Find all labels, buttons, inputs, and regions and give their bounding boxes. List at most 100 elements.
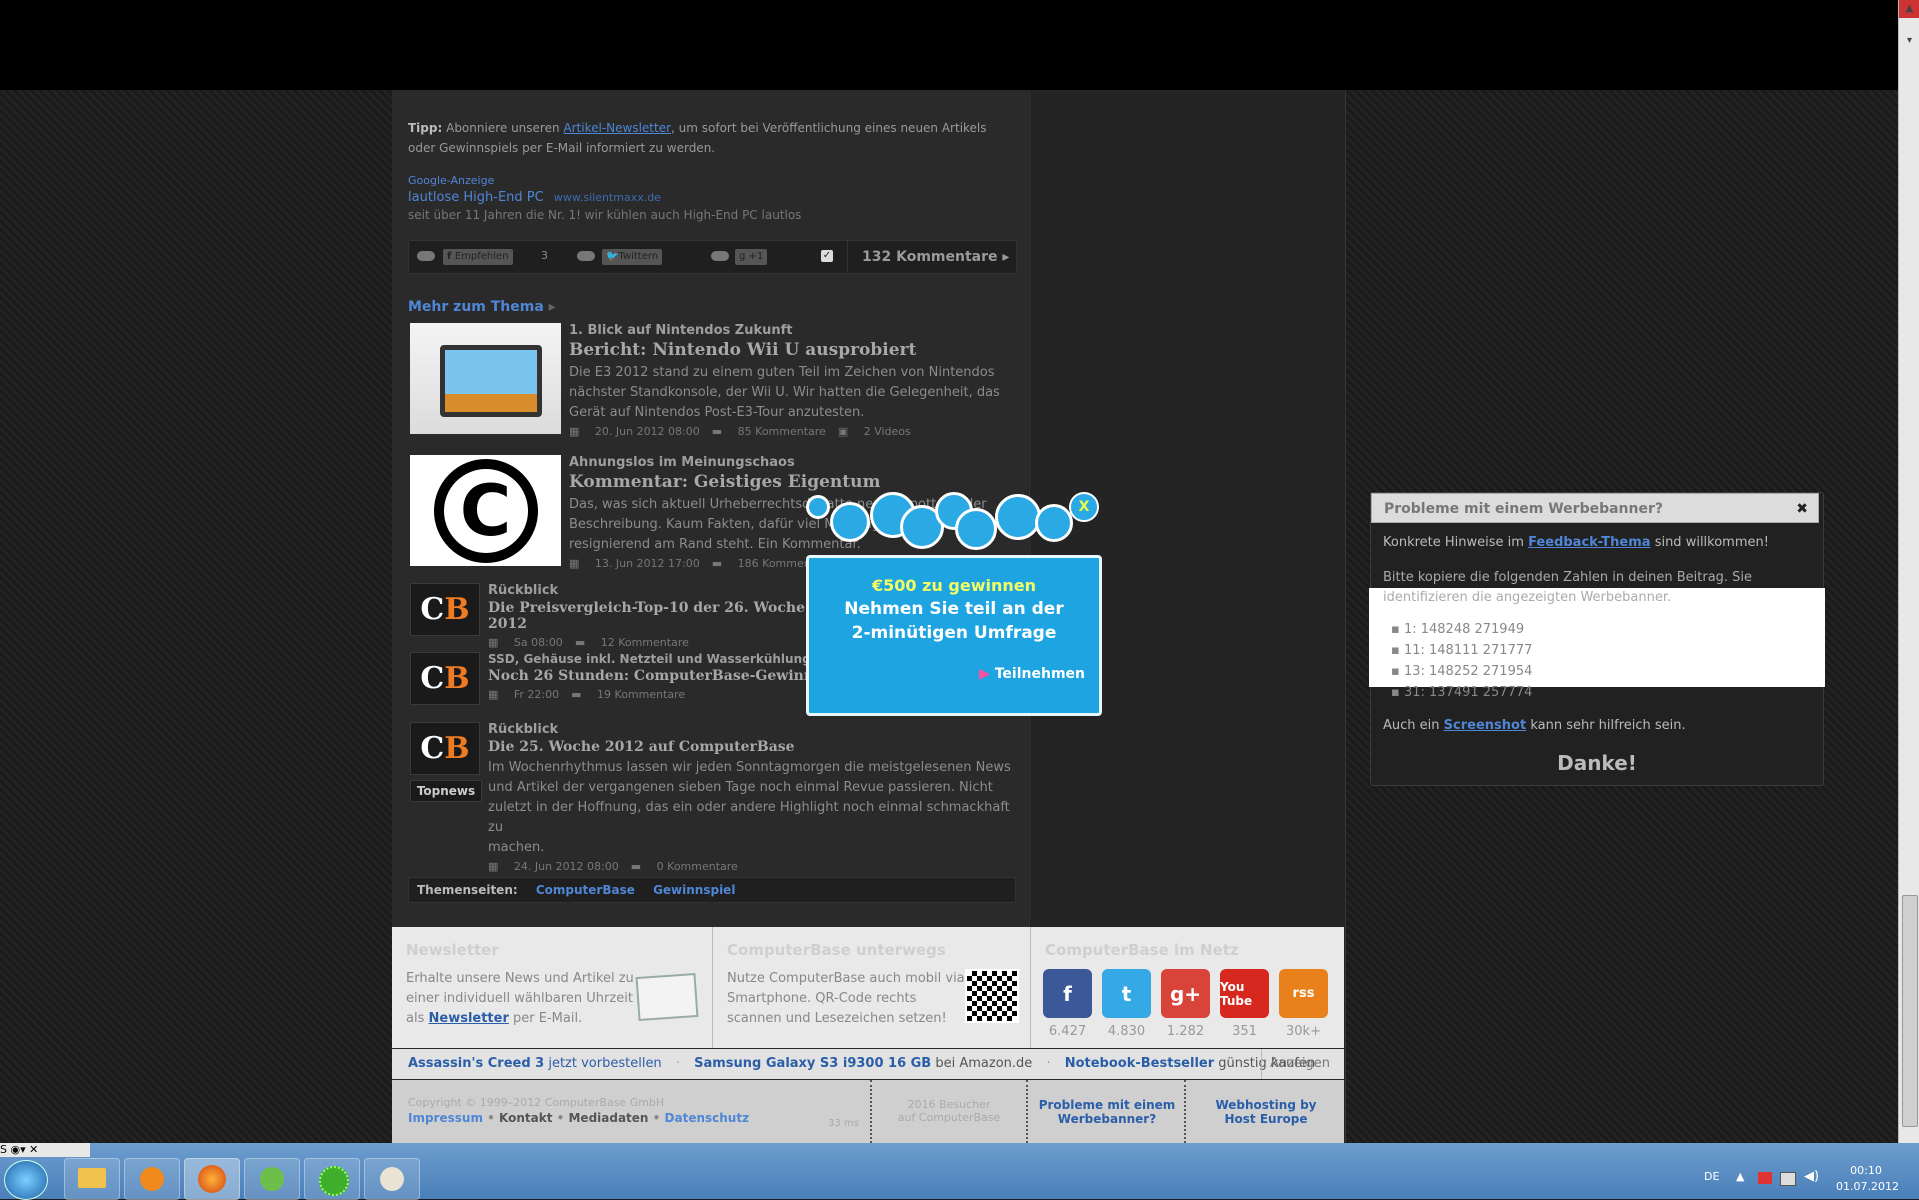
facebook-count: 3 [541, 249, 548, 262]
footer-social: ComputerBase im Netz f t g+ You Tube rss… [1031, 927, 1344, 1048]
google-ad-title[interactable]: lautlose High-End PC [408, 190, 544, 205]
scroll-dropdown-icon[interactable]: ▾ [1899, 32, 1919, 50]
volume-icon[interactable]: ◀) [1804, 1169, 1819, 1184]
youtube-icon[interactable]: You Tube [1220, 969, 1269, 1018]
copyright-thumbnail[interactable]: C [410, 455, 561, 566]
related-title-link[interactable]: Bericht: Nintendo Wii U ausprobiert [569, 340, 1019, 360]
close-icon[interactable]: ✕ [29, 1143, 38, 1156]
facebook-icon: f [447, 251, 455, 262]
browser-scrollbar[interactable]: ▲ ▾ [1898, 0, 1919, 1143]
folder-icon [78, 1168, 106, 1188]
related-item-4: SSD, Gehäuse inkl. Netzteil und Wasserkü… [488, 652, 808, 701]
twitter-icon[interactable]: t [1102, 969, 1151, 1018]
gplus-count: 1.282 [1166, 1024, 1205, 1039]
copyright-row: Copyright © 1999–2012 ComputerBase GmbH … [392, 1080, 1344, 1143]
anzeigen-label: Anzeigen [1260, 1049, 1330, 1079]
calendar-icon: ▦ [488, 860, 502, 873]
kontakt-link[interactable]: Kontakt [499, 1111, 552, 1125]
computerbase-logo-icon[interactable]: CB [410, 583, 480, 636]
thanks-text: Danke! [1557, 751, 1637, 775]
language-indicator[interactable]: DE [1704, 1170, 1719, 1183]
media-player-taskbar-button[interactable] [124, 1158, 180, 1200]
rss-count: 30k+ [1286, 1024, 1321, 1039]
app-s-icon[interactable]: S [0, 1143, 10, 1156]
google-ad-text: seit über 11 Jahren die Nr. 1! wir kühle… [408, 208, 802, 222]
banner-id: ▪ 13: 148252 271954 [1391, 664, 1533, 679]
google-plus-icon[interactable]: g+ [1161, 969, 1210, 1018]
related-kicker: SSD, Gehäuse inkl. Netzteil und Wasserkü… [488, 652, 808, 666]
action-center-flag-icon[interactable] [1758, 1172, 1772, 1184]
google-ad-url[interactable]: www.silentmaxx.de [554, 191, 661, 204]
twitter-icon: 🐦 [606, 251, 619, 262]
comments-link[interactable]: 132 Kommentare ▸ [847, 241, 1015, 273]
ad-link-assassins[interactable]: Assassin's Creed 3 jetzt vorbestellen [408, 1056, 662, 1071]
facebook-privacy-toggle[interactable] [417, 251, 435, 261]
impressum-link[interactable]: Impressum [408, 1111, 483, 1125]
related-heading[interactable]: Mehr zum Thema ▸ [408, 299, 556, 315]
banner-id: ▪ 31: 137491 257774 [1391, 685, 1533, 700]
render-time: 33 ms [828, 1118, 859, 1129]
theme-link-computerbase[interactable]: ComputerBase [536, 883, 635, 897]
newsletter-tip: Tipp: Abonniere unseren Artikel-Newslett… [408, 121, 987, 155]
related-kicker: Rückblick [488, 583, 559, 598]
rss-icon[interactable]: rss [1279, 969, 1328, 1018]
ad-link-samsung[interactable]: Samsung Galaxy S3 i9300 16 GB bei Amazon… [694, 1056, 1032, 1071]
survey-participate-button[interactable]: ▶ Teilnehmen [979, 666, 1085, 682]
screenshot-link[interactable]: Screenshot [1444, 718, 1527, 733]
ad-problem-box: Probleme mit einem Werbebanner? ✖ Konkret… [1369, 492, 1825, 786]
network-icon[interactable] [1780, 1172, 1796, 1186]
wii-u-thumbnail[interactable] [410, 323, 561, 434]
calendar-icon: ▦ [569, 425, 583, 438]
footer-mobile: ComputerBase unterwegs Nutze ComputerBas… [713, 927, 1031, 1048]
related-title-link[interactable]: Die Preisvergleich-Top-10 der 26. Woche … [488, 600, 828, 632]
checkbox-icon[interactable]: ✓ [821, 250, 833, 262]
related-title-link[interactable]: Kommentar: Geistiges Eigentum [569, 472, 1019, 492]
survey-popup[interactable]: €500 zu gewinnen Nehmen Sie teil an der … [806, 555, 1102, 716]
youtube-count: 351 [1232, 1024, 1257, 1039]
gplus-button[interactable]: g +1 [735, 249, 768, 265]
facebook-icon[interactable]: f [1043, 969, 1092, 1018]
messenger-taskbar-button[interactable] [244, 1158, 300, 1200]
ad-links-bar: Assassin's Creed 3 jetzt vorbestellen · … [392, 1049, 1344, 1079]
gplus-privacy-toggle[interactable] [711, 251, 729, 261]
computerbase-logo-icon[interactable]: CB [410, 652, 480, 705]
newsletter-link[interactable]: Newsletter [429, 1011, 509, 1026]
explorer-taskbar-button[interactable] [64, 1158, 120, 1200]
paint-taskbar-button[interactable] [364, 1158, 420, 1200]
datenschutz-link[interactable]: Datenschutz [665, 1111, 750, 1125]
tray-expand-icon[interactable]: ▲ [1736, 1170, 1744, 1183]
google-ad: Google-Anzeige lautlose High-End PC www.… [408, 174, 1018, 222]
survey-close-button[interactable]: X [1069, 492, 1099, 522]
scroll-up-icon[interactable]: ▲ [1899, 0, 1919, 18]
twitter-button[interactable]: 🐦Twittern [602, 249, 663, 265]
ad-problems-link[interactable]: Probleme mit einem Werbebanner? [1030, 1080, 1186, 1143]
speaker-icon[interactable]: ◉▾ [10, 1143, 25, 1156]
banner-id-list: ▪ 1: 148248 271949 ▪ 11: 148111 271777 ▪… [1391, 619, 1532, 703]
calendar-icon: ▦ [488, 688, 502, 701]
icq-taskbar-button[interactable] [304, 1158, 360, 1200]
hosting-link[interactable]: Webhosting by Host Europe [1188, 1080, 1344, 1143]
clock[interactable]: 00:10 01.07.2012 [1836, 1163, 1899, 1195]
related-title-link[interactable]: Die 25. Woche 2012 auf ComputerBase [488, 739, 1018, 755]
twitter-privacy-toggle[interactable] [577, 251, 595, 261]
gplus-icon: g [739, 251, 749, 262]
start-button[interactable] [4, 1160, 48, 1200]
firefox-taskbar-button[interactable] [184, 1158, 240, 1200]
mediadaten-link[interactable]: Mediadaten [568, 1111, 648, 1125]
facebook-recommend-button[interactable]: f Empfehlen [443, 249, 513, 265]
play-arrow-icon: ▶ [979, 666, 995, 682]
envelope-icon [635, 972, 699, 1022]
banner-id: ▪ 1: 148248 271949 [1391, 622, 1525, 637]
related-title-link[interactable]: Noch 26 Stunden: ComputerBase-Gewinnspie… [488, 668, 808, 684]
theme-link-gewinnspiel[interactable]: Gewinnspiel [653, 883, 735, 897]
messenger-icon [260, 1167, 284, 1191]
scroll-thumb[interactable] [1902, 895, 1918, 1127]
close-icon[interactable]: ✖ [1796, 494, 1808, 524]
copyright-text: Copyright © 1999–2012 ComputerBase GmbH [408, 1096, 665, 1109]
toolbar-strip: S ◉▾ ✕ [0, 1143, 90, 1157]
comment-icon: ▬ [711, 425, 726, 438]
feedback-thread-link[interactable]: Feedback-Thema [1528, 535, 1650, 550]
comment-icon: ▬ [574, 636, 589, 649]
article-newsletter-link[interactable]: Artikel-Newsletter [563, 121, 671, 135]
computerbase-logo-icon[interactable]: CB [410, 722, 480, 775]
